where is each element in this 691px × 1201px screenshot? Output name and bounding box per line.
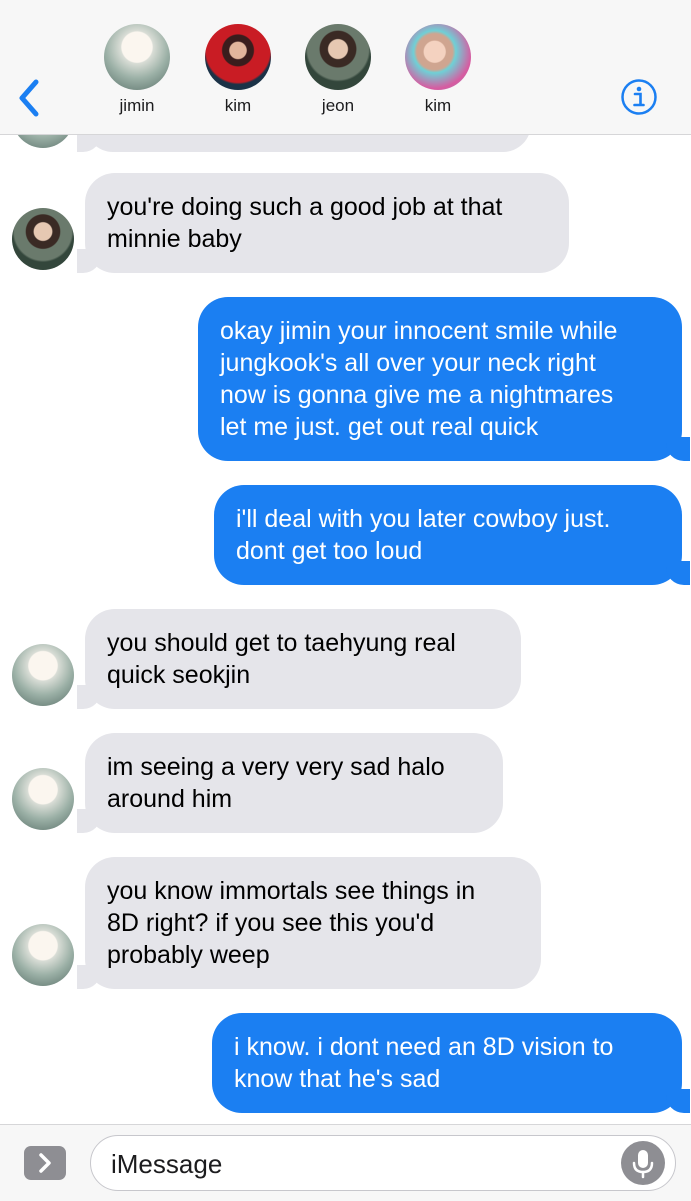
message-bubble-received[interactable]: im seeing a very very sad halo around hi… — [77, 733, 503, 833]
info-circle-icon — [621, 79, 657, 115]
microphone-icon — [632, 1150, 654, 1179]
apps-button[interactable] — [24, 1146, 66, 1180]
message-placeholder: iMessage — [111, 1149, 223, 1179]
sender-avatar-jimin[interactable] — [12, 924, 74, 986]
participant-name: kim — [224, 96, 252, 115]
chevron-left-icon — [19, 79, 39, 117]
participant-kim[interactable]: kim — [193, 24, 283, 116]
message-input-bar: iMessage — [0, 1124, 691, 1201]
participant-name: kim — [424, 96, 452, 115]
avatar — [405, 24, 471, 90]
avatar — [305, 24, 371, 90]
avatar — [104, 24, 170, 90]
info-button[interactable] — [620, 78, 658, 116]
microphone-button[interactable] — [621, 1141, 665, 1185]
participant-jimin[interactable]: jimin — [92, 24, 182, 116]
participant-name: jimin — [119, 96, 155, 115]
participant-name: jeon — [321, 96, 355, 115]
sender-avatar-jimin[interactable] — [12, 768, 74, 830]
message-input[interactable]: iMessage — [90, 1135, 676, 1191]
message-bubble-sent[interactable]: i know. i dont need an 8D vision to know… — [212, 1013, 690, 1113]
back-button[interactable] — [14, 76, 48, 120]
message-bubble-received[interactable]: you're doing such a good job at that min… — [77, 173, 569, 273]
message-bubble-received[interactable]: you should get to taehyung real quick se… — [77, 609, 521, 709]
sender-avatar-jeon[interactable] — [12, 208, 74, 270]
sender-avatar-jimin[interactable] — [12, 644, 74, 706]
conversation-header: jimin kim jeon kim — [0, 0, 691, 135]
message-bubble-sent[interactable]: i'll deal with you later cowboy just. do… — [214, 485, 690, 585]
avatar — [205, 24, 271, 90]
message-bubble-sent[interactable]: okay jimin your innocent smile while jun… — [198, 297, 690, 461]
chevron-right-icon — [39, 1153, 51, 1173]
message-bubble-received[interactable]: you know immortals see things in 8D righ… — [77, 857, 541, 989]
participant-kim-2[interactable]: kim — [393, 24, 483, 116]
participant-jeon[interactable]: jeon — [293, 24, 383, 116]
